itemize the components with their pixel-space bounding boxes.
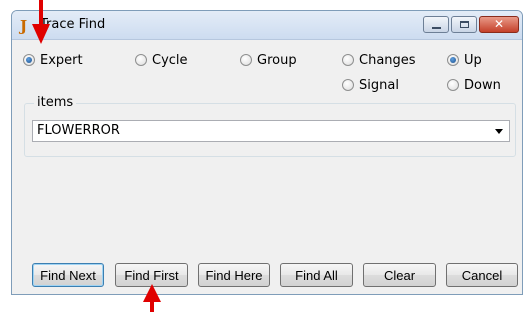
maximize-button[interactable] — [451, 16, 477, 33]
radio-dot — [240, 54, 252, 66]
radio-dot — [342, 79, 354, 91]
radio-dot — [447, 54, 459, 66]
items-dropdown-value: FLOWERROR — [37, 123, 120, 138]
find-all-button[interactable]: Find All — [280, 263, 353, 287]
radio-dot — [23, 54, 35, 66]
radio-label: Up — [464, 53, 482, 68]
radio-dot — [135, 54, 147, 66]
minimize-icon — [432, 27, 441, 29]
radio-label: Signal — [359, 78, 399, 93]
maximize-icon — [460, 21, 469, 28]
find-next-button[interactable]: Find Next — [32, 263, 104, 287]
radio-dot — [447, 79, 459, 91]
radio-label: Cycle — [152, 53, 188, 68]
cancel-button[interactable]: Cancel — [446, 263, 518, 287]
trace-find-dialog: J Trace Find ✕ Expert Cycle Group Change… — [11, 10, 523, 295]
close-icon: ✕ — [493, 17, 505, 31]
find-here-button[interactable]: Find Here — [198, 263, 270, 287]
items-group-legend: items — [34, 95, 77, 111]
title-bar[interactable]: J Trace Find ✕ — [12, 11, 522, 40]
annotation-arrow-bottom — [150, 300, 154, 312]
radio-label: Down — [464, 78, 501, 93]
annotation-arrowhead-down — [32, 24, 50, 44]
items-dropdown[interactable]: FLOWERROR — [32, 120, 510, 142]
chevron-down-icon[interactable] — [495, 129, 503, 134]
minimize-button[interactable] — [423, 16, 449, 33]
radio-label: Changes — [359, 53, 416, 68]
radio-dot — [342, 54, 354, 66]
clear-button[interactable]: Clear — [363, 263, 436, 287]
close-button[interactable]: ✕ — [479, 16, 519, 33]
radio-label: Group — [257, 53, 297, 68]
radio-label: Expert — [40, 53, 83, 68]
